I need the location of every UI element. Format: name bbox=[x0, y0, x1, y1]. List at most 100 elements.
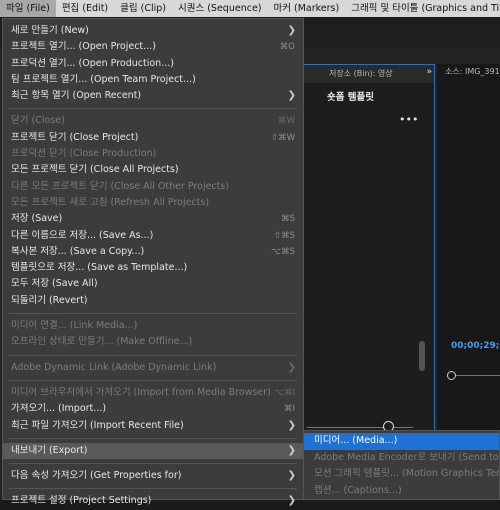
menu-item-make-offline: 오프라인 상태로 만들기... (Make Offline...) bbox=[3, 334, 303, 350]
templates-title: 숏폼 템플릿 bbox=[327, 92, 375, 103]
menu-item-label: 닫기 (Close) bbox=[11, 115, 65, 127]
bin-label: 저장소 (Bin): 영상 bbox=[329, 69, 393, 78]
submenu-arrow-icon: ❯ bbox=[287, 25, 296, 36]
submenu-arrow-icon: ❯ bbox=[287, 419, 296, 431]
playhead-handle[interactable] bbox=[447, 371, 456, 380]
menu-bar: 파일 (File) 편집 (Edit) 클립 (Clip) 시퀀스 (Sequence… bbox=[0, 0, 500, 17]
menu-item-label: 복사본 저장... (Save a Copy...) bbox=[11, 245, 145, 257]
menu-item-label: 새로 만들기 (New) bbox=[11, 25, 89, 36]
menu-item-label: 모션 그래픽 템플릿... (Motion Graphics Temp bbox=[314, 468, 499, 479]
more-panels-icon[interactable]: » bbox=[426, 67, 432, 77]
menubar-markers[interactable]: 마커 (Markers) bbox=[268, 0, 346, 17]
menu-item-label: 미디어... (Media...) bbox=[314, 435, 398, 446]
shortcut-label: ⌥⌘S bbox=[271, 246, 295, 257]
menu-item-label: 템플릿으로 저장... (Save as Template...) bbox=[11, 262, 188, 274]
menu-separator bbox=[9, 379, 297, 381]
menu-item-open-production[interactable]: 프로덕션 열기... (Open Production...) bbox=[3, 56, 303, 72]
more-options-icon[interactable]: ••• bbox=[399, 113, 418, 126]
menu-item-adobe-dynamic-link: Adobe Dynamic Link (Adobe Dynamic Link) ❯ bbox=[3, 360, 303, 376]
shortcut-label: ⇧⌘S bbox=[273, 230, 295, 241]
menu-separator bbox=[9, 108, 297, 110]
menu-item-link-media: 미디어 연결... (Link Media...) bbox=[3, 318, 303, 334]
project-panel-header: 저장소 (Bin): 영상 » bbox=[297, 65, 434, 83]
menu-item-open-team-project[interactable]: 팀 프로젝트 열기... (Open Team Project...) bbox=[3, 72, 303, 88]
menu-item-label: 프로젝트 열기... (Open Project...) bbox=[11, 41, 156, 53]
menubar-edit[interactable]: 편집 (Edit) bbox=[56, 0, 114, 17]
menu-item-open-project[interactable]: 프로젝트 열기... (Open Project...) ⌘O bbox=[3, 39, 303, 55]
menu-item-close-project[interactable]: 프로젝트 닫기 (Close Project) ⇧⌘W bbox=[3, 130, 303, 146]
shortcut-label: ⌘W bbox=[278, 116, 295, 127]
source-monitor-label: 소스: IMG_3911. bbox=[445, 67, 500, 76]
shortcut-label: ⌘S bbox=[281, 214, 295, 225]
menu-item-revert[interactable]: 되돌리기 (Revert) bbox=[3, 293, 303, 309]
shortcut-label: ⌘I bbox=[283, 404, 295, 415]
file-menu: 새로 만들기 (New) ❯ 프로젝트 열기... (Open Project...… bbox=[2, 18, 304, 506]
menu-item-label: 캡션... (Captions...) bbox=[314, 484, 402, 496]
menu-separator bbox=[9, 313, 297, 315]
menu-item-project-settings[interactable]: 프로젝트 설정 (Project Settings) ❯ bbox=[3, 493, 303, 509]
menu-item-close-all-projects[interactable]: 모든 프로젝트 닫기 (Close All Projects) bbox=[3, 162, 303, 178]
menu-item-label: 최근 파일 가져오기 (Import Recent File) bbox=[11, 419, 184, 431]
menu-item-import[interactable]: 가져오기... (Import...) ⌘I bbox=[3, 401, 303, 417]
menu-item-open-recent[interactable]: 최근 항목 열기 (Open Recent) ❯ bbox=[3, 88, 303, 104]
export-item-adobe-media-encoder-send-to-ad: Adobe Media Encoder로 보내기 (Send to Ad bbox=[304, 450, 499, 467]
menu-item-label: 되돌리기 (Revert) bbox=[11, 294, 88, 306]
submenu-arrow-icon: ❯ bbox=[287, 495, 296, 507]
project-panel: 저장소 (Bin): 영상 » 숏폼 템플릿 ••• bbox=[296, 64, 435, 446]
export-item-media[interactable]: 미디어... (Media...) bbox=[304, 433, 499, 450]
menu-item-import-recent-file[interactable]: 최근 파일 가져오기 (Import Recent File) ❯ bbox=[3, 418, 303, 434]
menu-item-label: 가져오기... (Import...) bbox=[11, 403, 107, 415]
menu-item-label: 최근 항목 열기 (Open Recent) bbox=[11, 90, 142, 102]
export-submenu: 미디어... (Media...) Adobe Media Encoder로 보내… bbox=[303, 430, 500, 500]
menu-item-label: 다음 속성 가져오기 (Get Properties for) bbox=[11, 470, 182, 482]
menu-item-label: 내보내기 (Export) bbox=[11, 444, 88, 456]
menu-item-import-from-media-browser: 미디어 브라우저에서 가져오기 (Import from Media Brows… bbox=[3, 385, 303, 401]
menu-item-label: Adobe Media Encoder로 보내기 (Send to Ad bbox=[314, 451, 499, 463]
source-timecode[interactable]: 00;00;29;0 bbox=[451, 341, 500, 351]
shortcut-label: ⌘O bbox=[279, 42, 295, 53]
menu-item-get-properties-for[interactable]: 다음 속성 가져오기 (Get Properties for) ❯ bbox=[3, 468, 303, 484]
menu-item-save-a-copy[interactable]: 복사본 저장... (Save a Copy...) ⌥⌘S bbox=[3, 244, 303, 260]
menu-item-label: 미디어 브라우저에서 가져오기 (Import from Media Brows… bbox=[11, 386, 271, 398]
menu-item-label: 프로젝트 닫기 (Close Project) bbox=[11, 131, 139, 143]
menubar-clip[interactable]: 클립 (Clip) bbox=[114, 0, 172, 17]
menubar-graphics-and-titles[interactable]: 그래픽 및 타이틀 (Graphics and Titles) bbox=[345, 0, 500, 17]
panel-scrollbar[interactable] bbox=[419, 341, 425, 371]
menu-item-label: Adobe Dynamic Link (Adobe Dynamic Link) bbox=[11, 361, 217, 373]
export-item-captions: 캡션... (Captions...) bbox=[304, 483, 499, 500]
menu-item-close-production: 프로덕션 닫기 (Close Production) bbox=[3, 146, 303, 162]
menu-item-new[interactable]: 새로 만들기 (New) ❯ bbox=[3, 23, 303, 39]
menu-item-label: 모두 저장 (Save All) bbox=[11, 278, 98, 290]
submenu-arrow-icon: ❯ bbox=[287, 90, 296, 102]
menu-item-label: 모든 프로젝트 닫기 (Close All Projects) bbox=[11, 164, 179, 176]
menu-separator bbox=[9, 354, 297, 356]
menubar-sequence[interactable]: 시퀀스 (Sequence) bbox=[172, 0, 268, 17]
submenu-arrow-icon: ❯ bbox=[287, 470, 296, 482]
menu-item-save-all[interactable]: 모두 저장 (Save All) bbox=[3, 276, 303, 292]
menu-item-label: 팀 프로젝트 열기... (Open Team Project...) bbox=[11, 73, 196, 85]
menu-item-label: 다른 이름으로 저장... (Save As...) bbox=[11, 229, 154, 241]
zoom-slider-track[interactable] bbox=[307, 427, 413, 428]
menu-item-label: 프로덕션 열기... (Open Production...) bbox=[11, 57, 174, 69]
source-monitor bbox=[437, 64, 500, 444]
menu-item-save-as[interactable]: 다른 이름으로 저장... (Save As...) ⇧⌘S bbox=[3, 228, 303, 244]
menu-separator bbox=[9, 488, 297, 490]
submenu-arrow-icon: ❯ bbox=[287, 444, 296, 456]
menu-item-label: 오프라인 상태로 만들기... (Make Offline...) bbox=[11, 336, 193, 348]
menu-separator bbox=[9, 437, 297, 439]
menu-item-label: 저장 (Save) bbox=[11, 213, 63, 225]
shortcut-label: ⇧⌘W bbox=[270, 132, 295, 143]
menu-item-refresh-all-projects: 모든 프로젝트 새로 고침 (Refresh All Projects) bbox=[3, 195, 303, 211]
menu-item-label: 다른 모든 프로젝트 닫기 (Close All Other Projects) bbox=[11, 180, 230, 192]
export-item-motion-graphics-temp: 모션 그래픽 템플릿... (Motion Graphics Temp bbox=[304, 466, 499, 483]
submenu-arrow-icon: ❯ bbox=[287, 361, 296, 373]
menu-item-label: 프로덕션 닫기 (Close Production) bbox=[11, 148, 157, 160]
menu-item-close: 닫기 (Close) ⌘W bbox=[3, 113, 303, 129]
menu-item-save[interactable]: 저장 (Save) ⌘S bbox=[3, 211, 303, 227]
menu-item-save-as-template[interactable]: 템플릿으로 저장... (Save as Template...) bbox=[3, 260, 303, 276]
menu-item-label: 모든 프로젝트 새로 고침 (Refresh All Projects) bbox=[11, 196, 210, 208]
menu-separator bbox=[9, 463, 297, 465]
menu-item-label: 미디어 연결... (Link Media...) bbox=[11, 320, 138, 332]
menubar-file[interactable]: 파일 (File) bbox=[0, 0, 56, 17]
menu-item-export[interactable]: 내보내기 (Export) ❯ bbox=[3, 442, 303, 460]
